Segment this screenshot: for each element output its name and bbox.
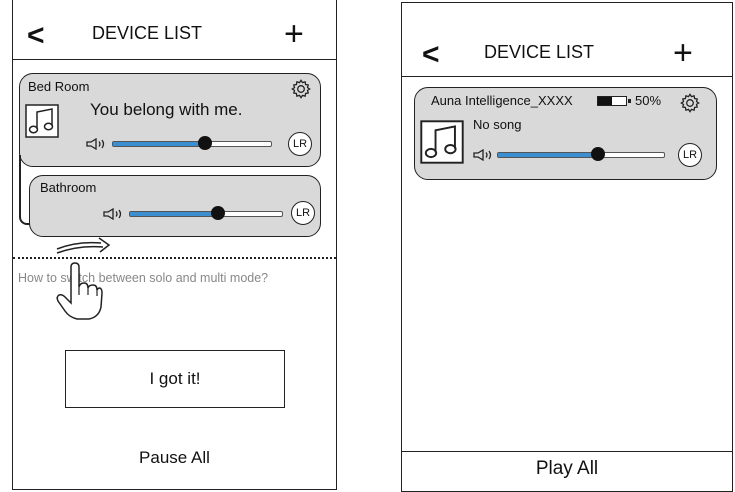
- speaker-icon: [103, 208, 125, 220]
- left-phone-screen: < DEVICE LIST + Bed Room You belong with…: [12, 0, 337, 490]
- music-note-icon: [25, 104, 59, 138]
- music-note-icon: [420, 120, 464, 164]
- channel-lr-button[interactable]: LR: [288, 132, 312, 156]
- volume-slider[interactable]: [112, 136, 272, 150]
- device-name: Bed Room: [28, 79, 90, 94]
- back-icon[interactable]: <: [27, 21, 45, 51]
- battery-icon: [597, 96, 631, 106]
- speaker-icon: [473, 149, 495, 161]
- gear-icon[interactable]: [290, 78, 312, 100]
- speaker-icon: [86, 138, 108, 150]
- add-device-icon[interactable]: +: [284, 17, 304, 51]
- hand-pointer-icon: [56, 262, 103, 320]
- battery-level-fill: [598, 97, 612, 105]
- volume-slider-knob[interactable]: [197, 136, 212, 150]
- got-it-button[interactable]: I got it!: [65, 350, 285, 408]
- volume-slider[interactable]: [497, 147, 665, 161]
- gear-icon[interactable]: [679, 92, 701, 114]
- page-title: DEVICE LIST: [484, 42, 595, 62]
- song-title: You belong with me.: [90, 100, 243, 119]
- footer-divider: [402, 451, 732, 452]
- song-title: No song: [473, 117, 522, 132]
- volume-slider-knob[interactable]: [590, 147, 605, 161]
- channel-lr-button[interactable]: LR: [291, 201, 315, 225]
- swipe-arrow-icon: [56, 237, 111, 254]
- battery-percent: 50%: [635, 93, 662, 108]
- device-card-bathroom[interactable]: Bathroom LR: [29, 175, 321, 237]
- header-divider: [402, 76, 732, 77]
- page-title: DEVICE LIST: [92, 23, 203, 43]
- mode-divider: [13, 257, 336, 259]
- device-card-auna[interactable]: Auna Intelligence_XXXX 50% No song LR: [414, 87, 717, 180]
- channel-lr-button[interactable]: LR: [678, 143, 702, 167]
- right-phone-screen: < DEVICE LIST + Auna Intelligence_XXXX 5…: [401, 2, 733, 492]
- device-name: Bathroom: [40, 180, 97, 195]
- volume-slider-fill: [113, 142, 205, 146]
- play-all-button[interactable]: Play All: [402, 458, 732, 480]
- device-name: Auna Intelligence_XXXX: [431, 93, 573, 108]
- add-device-icon[interactable]: +: [673, 36, 693, 70]
- volume-slider-knob[interactable]: [211, 206, 226, 220]
- pause-all-button[interactable]: Pause All: [13, 448, 336, 468]
- header-divider: [13, 59, 336, 60]
- battery-tip: [628, 98, 631, 103]
- volume-slider-fill: [498, 153, 598, 157]
- device-card-bed-room[interactable]: Bed Room You belong with me. LR: [19, 73, 321, 167]
- volume-slider-fill: [130, 212, 219, 216]
- volume-slider[interactable]: [129, 206, 283, 220]
- back-icon[interactable]: <: [422, 40, 440, 70]
